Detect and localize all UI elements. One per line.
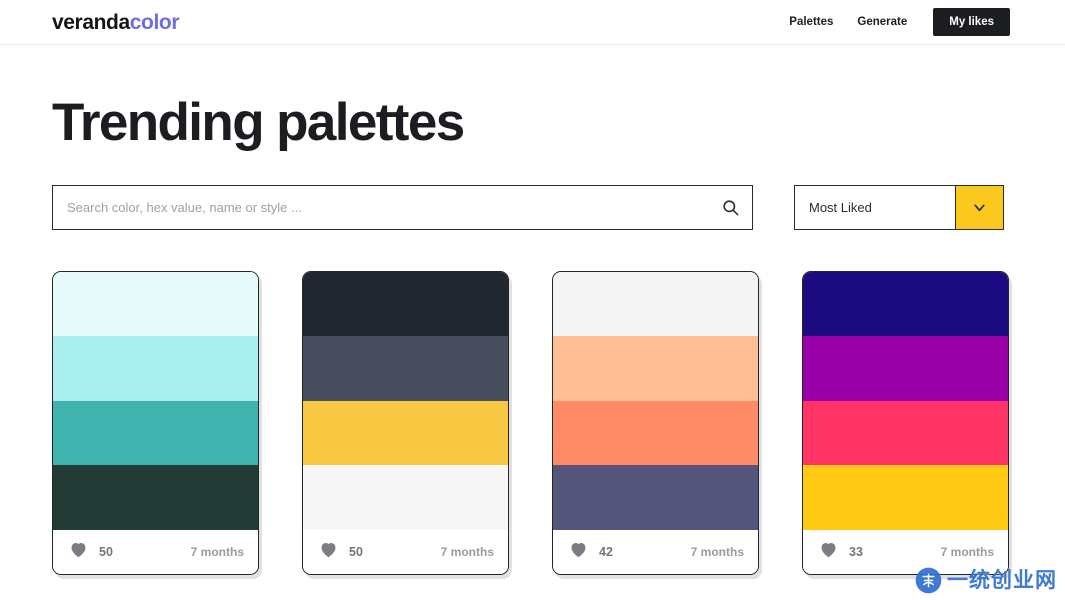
like-count: 50 bbox=[99, 544, 113, 559]
palette-age: 7 months bbox=[940, 544, 994, 559]
sort-select-value: Most Liked bbox=[809, 199, 872, 215]
like-count: 50 bbox=[349, 544, 363, 559]
heart-icon bbox=[569, 541, 588, 563]
palette-swatch[interactable] bbox=[303, 336, 508, 401]
palette-swatch[interactable] bbox=[553, 336, 758, 401]
palette-swatch[interactable] bbox=[803, 400, 1008, 466]
palette-swatch[interactable] bbox=[53, 271, 258, 337]
like-button[interactable]: 50 bbox=[69, 541, 113, 563]
palette-swatch[interactable] bbox=[53, 465, 258, 530]
search-icon[interactable] bbox=[708, 186, 752, 229]
search-input[interactable] bbox=[53, 185, 708, 229]
nav-item-my-likes[interactable]: My likes bbox=[933, 8, 1010, 36]
palette-swatch[interactable] bbox=[553, 271, 758, 337]
heart-icon bbox=[319, 541, 338, 563]
heart-icon bbox=[69, 541, 88, 563]
palette-swatch[interactable] bbox=[553, 400, 758, 466]
palette-swatches bbox=[803, 271, 1008, 530]
palette-swatch[interactable] bbox=[303, 400, 508, 466]
site-logo[interactable]: verandacolor bbox=[52, 12, 179, 33]
site-header: verandacolor Palettes Generate My likes bbox=[0, 0, 1065, 45]
heart-icon bbox=[819, 541, 838, 563]
palette-swatches bbox=[53, 271, 258, 530]
palette-grid: 50 7 months 50 7 months 42 7 months 33 7… bbox=[52, 270, 1065, 575]
page-title: Trending palettes bbox=[52, 93, 465, 152]
search-bar[interactable] bbox=[52, 184, 753, 230]
palette-card-footer: 50 7 months bbox=[53, 529, 258, 574]
palette-swatch[interactable] bbox=[553, 465, 758, 530]
like-button[interactable]: 33 bbox=[819, 541, 863, 563]
like-button[interactable]: 42 bbox=[569, 541, 613, 563]
controls-row: Most Liked bbox=[52, 184, 1065, 230]
palette-age: 7 months bbox=[690, 544, 744, 559]
palette-swatch[interactable] bbox=[803, 271, 1008, 337]
chevron-down-icon[interactable] bbox=[955, 185, 1003, 229]
palette-swatches bbox=[553, 271, 758, 530]
like-button[interactable]: 50 bbox=[319, 541, 363, 563]
logo-text-primary: veranda bbox=[52, 10, 130, 34]
palette-swatch[interactable] bbox=[303, 465, 508, 530]
sort-select[interactable]: Most Liked bbox=[794, 184, 1004, 230]
palette-card[interactable]: 33 7 months bbox=[802, 270, 1009, 575]
palette-swatch[interactable] bbox=[303, 271, 508, 337]
palette-age: 7 months bbox=[440, 544, 494, 559]
like-count: 42 bbox=[599, 544, 613, 559]
like-count: 33 bbox=[849, 544, 863, 559]
palette-card-footer: 33 7 months bbox=[803, 529, 1008, 574]
palette-swatch[interactable] bbox=[53, 336, 258, 401]
palette-card-footer: 42 7 months bbox=[553, 529, 758, 574]
palette-card[interactable]: 42 7 months bbox=[552, 270, 759, 575]
palette-age: 7 months bbox=[190, 544, 244, 559]
nav-item-palettes[interactable]: Palettes bbox=[777, 10, 845, 34]
palette-card[interactable]: 50 7 months bbox=[302, 270, 509, 575]
palette-card-footer: 50 7 months bbox=[303, 529, 508, 574]
main-nav: Palettes Generate My likes bbox=[777, 8, 1010, 36]
palette-swatch[interactable] bbox=[803, 336, 1008, 401]
palette-swatch[interactable] bbox=[803, 465, 1008, 530]
palette-card[interactable]: 50 7 months bbox=[52, 270, 259, 575]
page-root: verandacolor Palettes Generate My likes … bbox=[0, 0, 1065, 600]
palette-swatches bbox=[303, 271, 508, 530]
nav-item-generate[interactable]: Generate bbox=[845, 10, 919, 34]
logo-text-accent: color bbox=[129, 10, 180, 34]
palette-swatch[interactable] bbox=[53, 400, 258, 466]
